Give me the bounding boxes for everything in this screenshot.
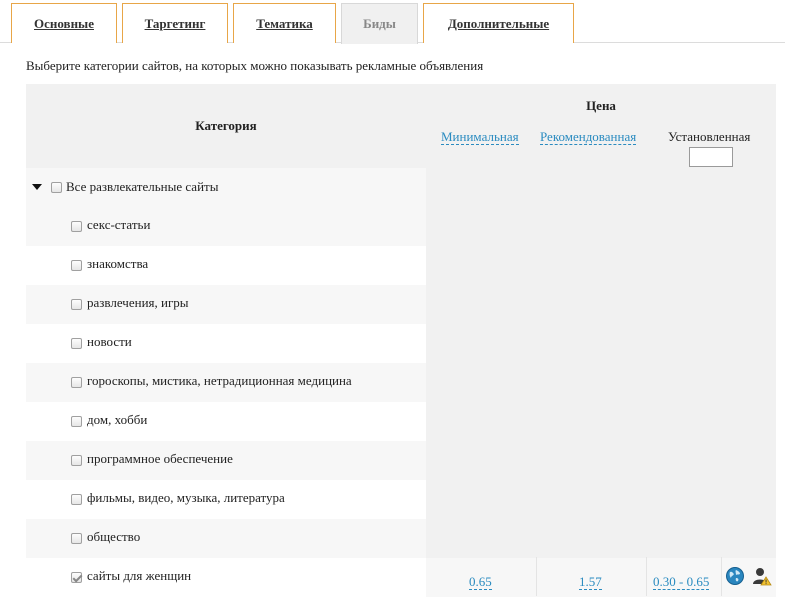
category-label: гороскопы, мистика, нетрадиционная медиц… xyxy=(87,373,352,388)
parent-category-label: Все развлекательные сайты xyxy=(66,179,219,194)
list-item: дом, хобби xyxy=(26,402,776,441)
header-category: Категория xyxy=(195,118,257,133)
divider xyxy=(721,557,722,596)
header-set-price: Установленная xyxy=(668,129,751,144)
category-checkbox[interactable] xyxy=(71,494,82,505)
category-label: фильмы, видео, музыка, литература xyxy=(87,490,285,505)
expand-arrow-icon[interactable] xyxy=(32,184,42,190)
tab-topics[interactable]: Тематика xyxy=(233,3,336,43)
tab-targeting[interactable]: Таргетинг xyxy=(122,3,228,43)
globe-icon[interactable] xyxy=(725,566,745,586)
set-price-range[interactable]: 0.30 - 0.65 xyxy=(653,575,710,590)
list-item: гороскопы, мистика, нетрадиционная медиц… xyxy=(26,363,776,402)
divider xyxy=(536,557,537,596)
list-item: фильмы, видео, музыка, литература xyxy=(26,480,776,519)
category-label: секс-статьи xyxy=(87,217,151,232)
list-item: развлечения, игры xyxy=(26,285,776,324)
list-item: общество xyxy=(26,519,776,558)
header-min-price-link[interactable]: Минимальная xyxy=(441,129,519,145)
category-checkbox-checked[interactable] xyxy=(71,572,82,583)
list-item: программное обеспечение xyxy=(26,441,776,480)
category-label: новости xyxy=(87,334,132,349)
category-label: общество xyxy=(87,529,141,544)
tab-bar: Основные Таргетинг Тематика Биды Дополни… xyxy=(0,0,785,44)
category-label: программное обеспечение xyxy=(87,451,233,466)
parent-checkbox[interactable] xyxy=(51,182,62,193)
category-checkbox[interactable] xyxy=(71,377,82,388)
category-checkbox[interactable] xyxy=(71,299,82,310)
set-price-input[interactable] xyxy=(689,147,733,167)
category-checkbox[interactable] xyxy=(71,338,82,349)
category-label: знакомства xyxy=(87,256,149,271)
header-recommended-price-link[interactable]: Рекомендованная xyxy=(540,129,637,145)
tab-basic[interactable]: Основные xyxy=(11,3,117,43)
divider xyxy=(646,557,647,596)
category-checkbox[interactable] xyxy=(71,221,82,232)
min-price-value[interactable]: 0.65 xyxy=(469,575,492,590)
intro-text: Выберите категории сайтов, на которых мо… xyxy=(26,58,484,73)
category-checkbox[interactable] xyxy=(71,455,82,466)
recommended-price-value[interactable]: 1.57 xyxy=(579,575,602,590)
table-header: Категория Цена Минимальная Рекомендованн… xyxy=(26,84,776,168)
list-item: знакомства xyxy=(26,246,776,285)
table-row-parent: Все развлекательные сайты xyxy=(26,168,776,207)
tab-additional[interactable]: Дополнительные xyxy=(423,3,574,43)
list-item: новости xyxy=(26,324,776,363)
category-checkbox[interactable] xyxy=(71,416,82,427)
tab-bids[interactable]: Биды xyxy=(341,3,418,44)
category-label: дом, хобби xyxy=(87,412,148,427)
category-checkbox[interactable] xyxy=(71,533,82,544)
header-price: Цена xyxy=(586,98,616,113)
category-checkbox[interactable] xyxy=(71,260,82,271)
category-label: развлечения, игры xyxy=(87,295,189,310)
user-warning-icon[interactable] xyxy=(752,566,772,586)
category-label: сайты для женщин xyxy=(87,568,192,583)
list-item: секс-статьи xyxy=(26,207,776,246)
